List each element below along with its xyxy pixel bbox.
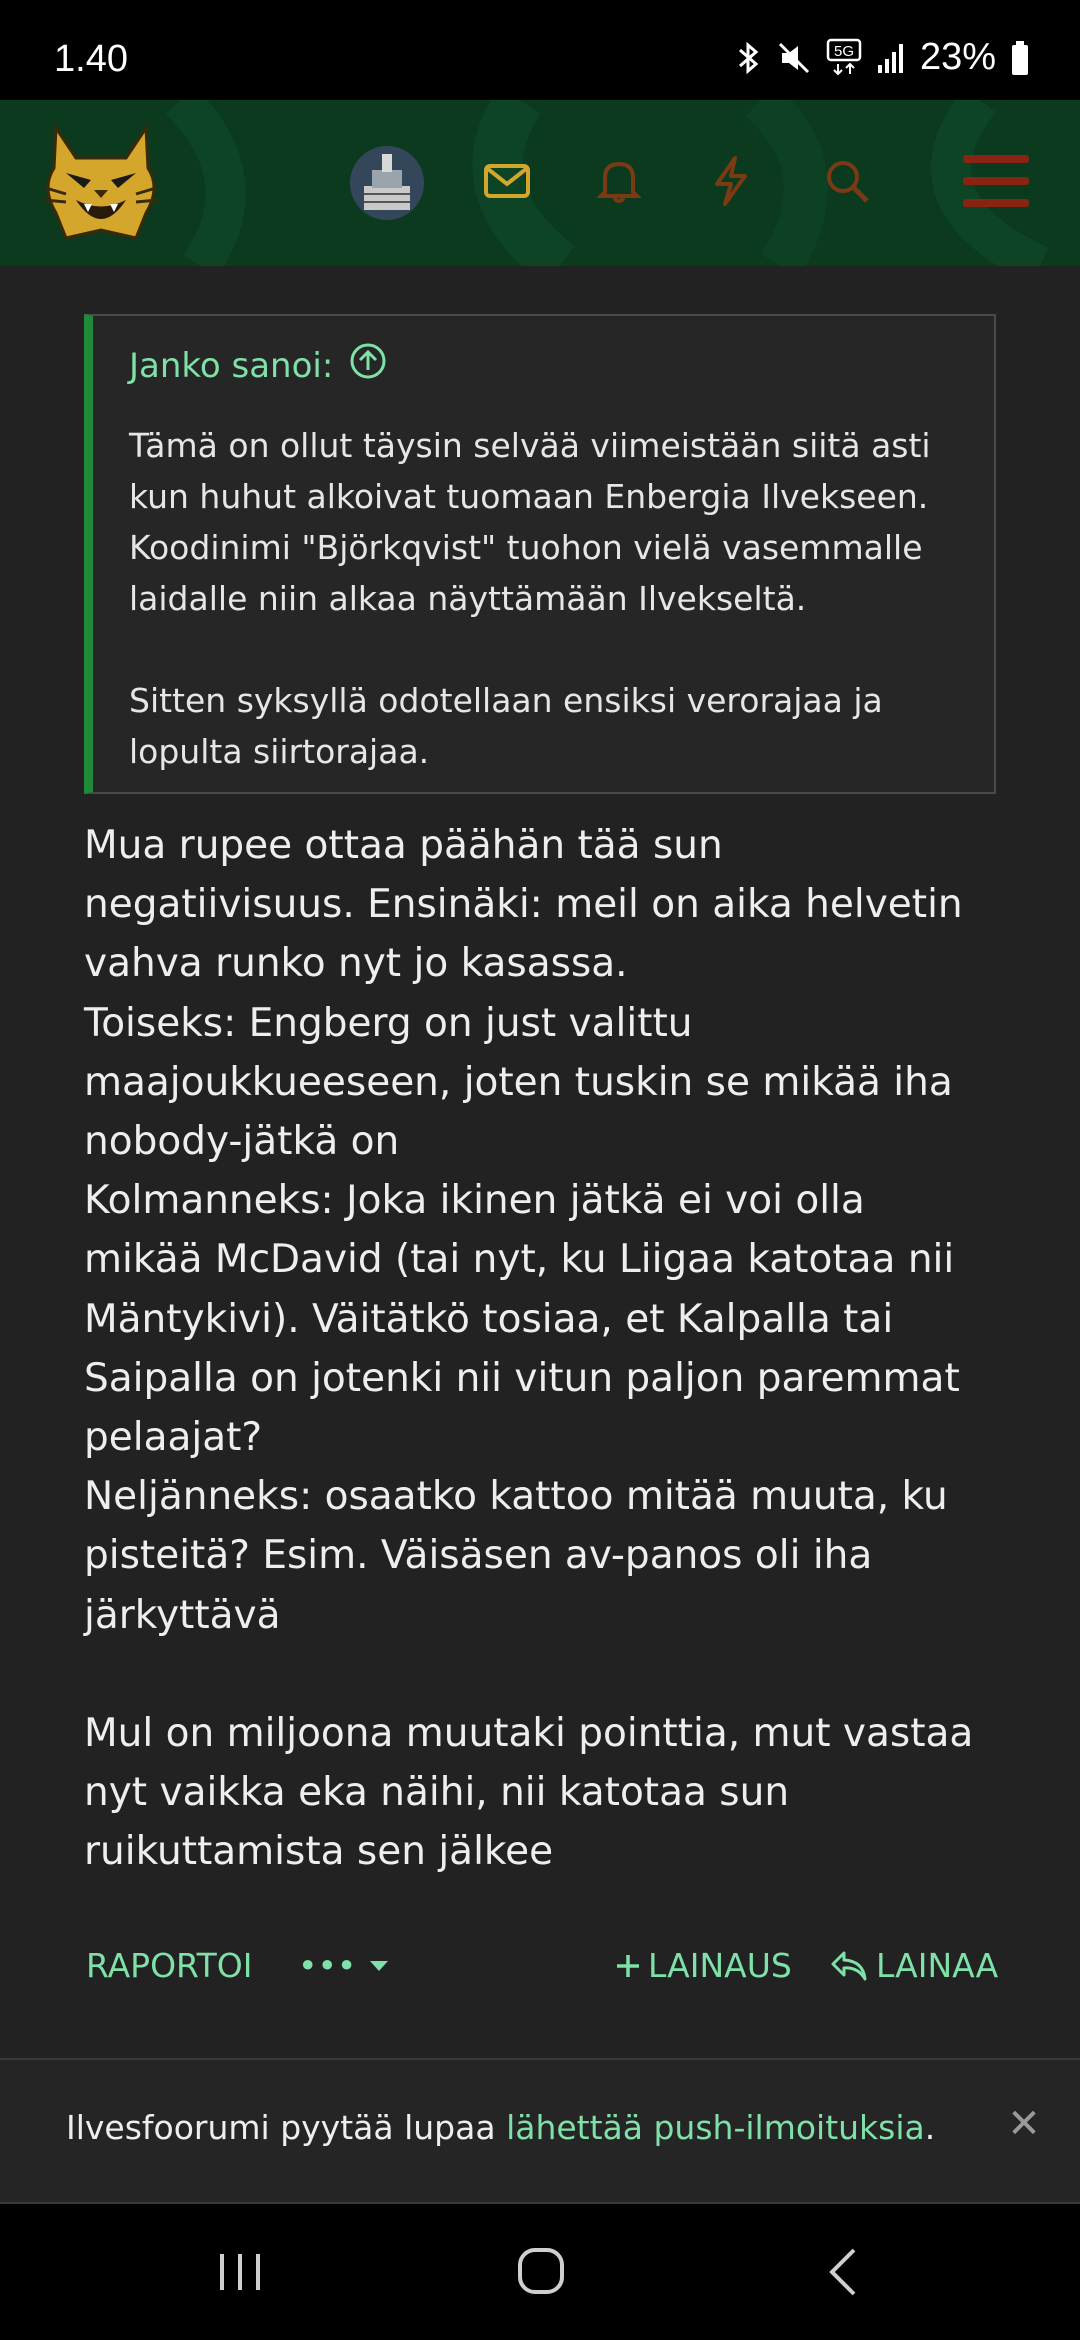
site-header	[0, 100, 1080, 266]
post-line: nobody-jätkä on	[84, 1119, 400, 1165]
battery-icon	[1010, 40, 1030, 76]
report-button[interactable]: RAPORTOI	[86, 1946, 252, 1985]
more-dots: •••	[298, 1946, 357, 1985]
quote-header[interactable]: Janko sanoi:	[129, 342, 387, 389]
add-quote-button[interactable]: LAINAUS	[614, 1946, 792, 1985]
reply-label: LAINAA	[876, 1946, 999, 1985]
push-notice-prefix: Ilvesfoorumi pyytää lupaa	[66, 2108, 507, 2147]
mute-icon	[776, 40, 812, 76]
system-navbar	[0, 2204, 1080, 2340]
post-line: maajoukkueeseen, joten tuskin se mikää i…	[84, 1059, 953, 1105]
post-line: negatiivisuus. Ensinäki: meil on aika he…	[84, 882, 963, 928]
quote-author[interactable]: Janko sanoi:	[129, 346, 333, 386]
quote-block: Janko sanoi: Tämä on ollut täysin selvää…	[84, 314, 996, 794]
post-line: Mua rupee ottaa päähän tää sun	[84, 823, 723, 868]
caret-down-icon	[370, 1960, 389, 1971]
avatar[interactable]	[350, 146, 424, 220]
lynx-logo-icon	[43, 123, 159, 240]
post-line: pisteitä? Esim. Väisäsen av-panos oli ih…	[84, 1533, 873, 1579]
post-line: järkyttävä	[84, 1592, 281, 1638]
post-line: Toiseks: Engberg on just valittu	[84, 1000, 693, 1046]
post-line: mikää McDavid (tai nyt, ku Liigaa katota…	[84, 1237, 955, 1283]
bolt-icon[interactable]	[696, 146, 766, 216]
menu-icon[interactable]	[960, 146, 1032, 216]
close-icon[interactable]: ✕	[1004, 2104, 1044, 2144]
quote-paragraph: Sitten syksyllä odotellaan ensiksi veror…	[129, 681, 883, 771]
post-line: Neljänneks: osaatko kattoo mitää muuta, …	[84, 1474, 948, 1520]
plus-icon	[617, 1954, 639, 1977]
search-icon[interactable]	[812, 146, 882, 216]
bluetooth-icon	[736, 40, 762, 76]
status-icons: 5G 23%	[736, 36, 1030, 79]
site-logo[interactable]	[36, 118, 166, 248]
push-notice-suffix: .	[924, 2108, 936, 2147]
post-line: Mul on miljoona muutaki pointtia, mut va…	[84, 1711, 974, 1757]
status-time: 1.40	[54, 38, 128, 80]
signal-icon	[876, 41, 906, 75]
post-line: nyt vaikka eka näihi, nii katotaa sun	[84, 1770, 790, 1816]
post-line: vahva runko nyt jo kasassa.	[84, 941, 628, 987]
post-line: Mäntykivi). Väitätkö tosiaa, et Kalpalla…	[84, 1296, 894, 1342]
avatar-image-icon	[350, 146, 424, 220]
push-notice: Ilvesfoorumi pyytää lupaa lähettää push-…	[0, 2058, 1080, 2204]
post-line: ruikuttamista sen jälkee	[84, 1829, 554, 1875]
5g-icon: 5G	[826, 38, 862, 78]
battery-percent: 23%	[919, 36, 996, 78]
bell-icon[interactable]	[584, 146, 654, 216]
push-notice-link[interactable]: lähettää push-ilmoituksia	[506, 2108, 925, 2147]
reply-button[interactable]: LAINAA	[830, 1946, 998, 1985]
status-bar: 1.40 5G 23%	[0, 0, 1080, 100]
mail-icon[interactable]	[472, 146, 542, 216]
more-options-button[interactable]: •••	[298, 1946, 390, 1985]
post-line: Saipalla on jotenki nii vitun paljon par…	[84, 1355, 960, 1401]
quote-text: Tämä on ollut täysin selvää viimeistään …	[129, 420, 979, 777]
svg-text:5G: 5G	[834, 43, 854, 60]
post-actions: RAPORTOI ••• LAINAUS LAINAA	[86, 1946, 998, 1996]
recent-apps-icon[interactable]	[210, 2244, 270, 2300]
post-line: pelaajat?	[84, 1415, 263, 1461]
push-notice-text: Ilvesfoorumi pyytää lupaa lähettää push-…	[66, 2108, 935, 2147]
add-quote-label: LAINAUS	[648, 1946, 792, 1985]
home-icon[interactable]	[512, 2244, 572, 2300]
arrow-up-circle-icon[interactable]	[349, 342, 387, 389]
reply-icon	[831, 1951, 867, 1980]
post-body: Mua rupee ottaa päähän tää sun negatiivi…	[84, 816, 1014, 1882]
back-icon[interactable]	[814, 2244, 874, 2300]
quote-paragraph: Tämä on ollut täysin selvää viimeistään …	[129, 426, 931, 618]
post-line: Kolmanneks: Joka ikinen jätkä ei voi oll…	[84, 1178, 865, 1224]
